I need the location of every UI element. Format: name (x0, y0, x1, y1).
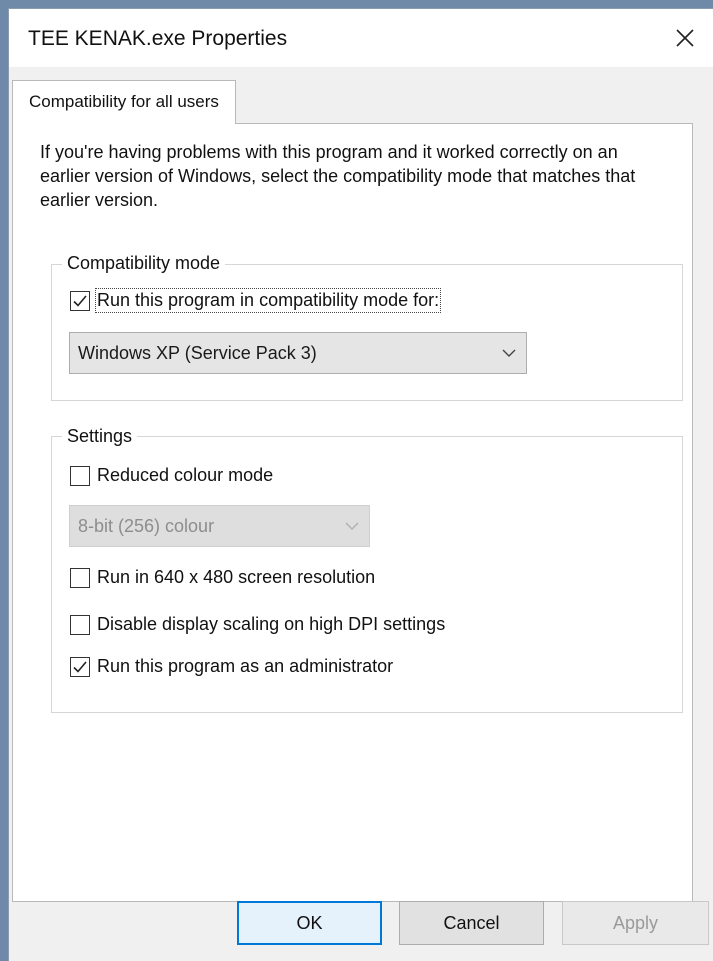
dpi-scaling-label: Disable display scaling on high DPI sett… (97, 614, 446, 634)
checkmark-icon (73, 294, 87, 307)
dpi-scaling-row[interactable]: Disable display scaling on high DPI sett… (70, 614, 445, 635)
colour-depth-value: 8-bit (256) colour (78, 515, 215, 536)
cancel-button[interactable]: Cancel (399, 901, 544, 945)
compatibility-os-select[interactable]: Windows XP (Service Pack 3) (69, 332, 527, 374)
ok-button[interactable]: OK (237, 901, 382, 945)
compatibility-mode-label: Run this program in compatibility mode f… (94, 288, 442, 313)
intro-text: If you're having problems with this prog… (40, 142, 636, 210)
chevron-down-icon (335, 521, 369, 531)
admin-row[interactable]: Run this program as an administrator (70, 656, 393, 677)
reduced-colour-label: Reduced colour mode (97, 465, 274, 485)
compatibility-mode-legend: Compatibility mode (62, 253, 226, 274)
close-button[interactable] (657, 9, 713, 67)
compatibility-mode-checkbox-row[interactable]: Run this program in compatibility mode f… (70, 288, 442, 313)
chevron-down-icon (492, 348, 526, 358)
apply-button[interactable]: Apply (562, 901, 709, 945)
checkmark-icon (73, 660, 87, 673)
window-title: TEE KENAK.exe Properties (28, 27, 288, 50)
title-bar: TEE KENAK.exe Properties (9, 9, 713, 67)
close-icon (676, 29, 694, 47)
compatibility-os-value: Windows XP (Service Pack 3) (78, 342, 317, 363)
resolution-label: Run in 640 x 480 screen resolution (97, 567, 376, 587)
colour-depth-select[interactable]: 8-bit (256) colour (69, 505, 370, 547)
resolution-row[interactable]: Run in 640 x 480 screen resolution (70, 567, 375, 588)
reduced-colour-checkbox[interactable] (70, 465, 90, 486)
admin-label: Run this program as an administrator (97, 656, 394, 676)
resolution-checkbox[interactable] (70, 567, 90, 588)
compatibility-mode-checkbox[interactable] (70, 290, 90, 311)
reduced-colour-row[interactable]: Reduced colour mode (70, 465, 273, 486)
settings-legend: Settings (62, 426, 138, 447)
admin-checkbox[interactable] (70, 656, 90, 677)
tab-compatibility-all-users[interactable]: Compatibility for all users (12, 80, 236, 124)
dpi-scaling-checkbox[interactable] (70, 614, 90, 635)
